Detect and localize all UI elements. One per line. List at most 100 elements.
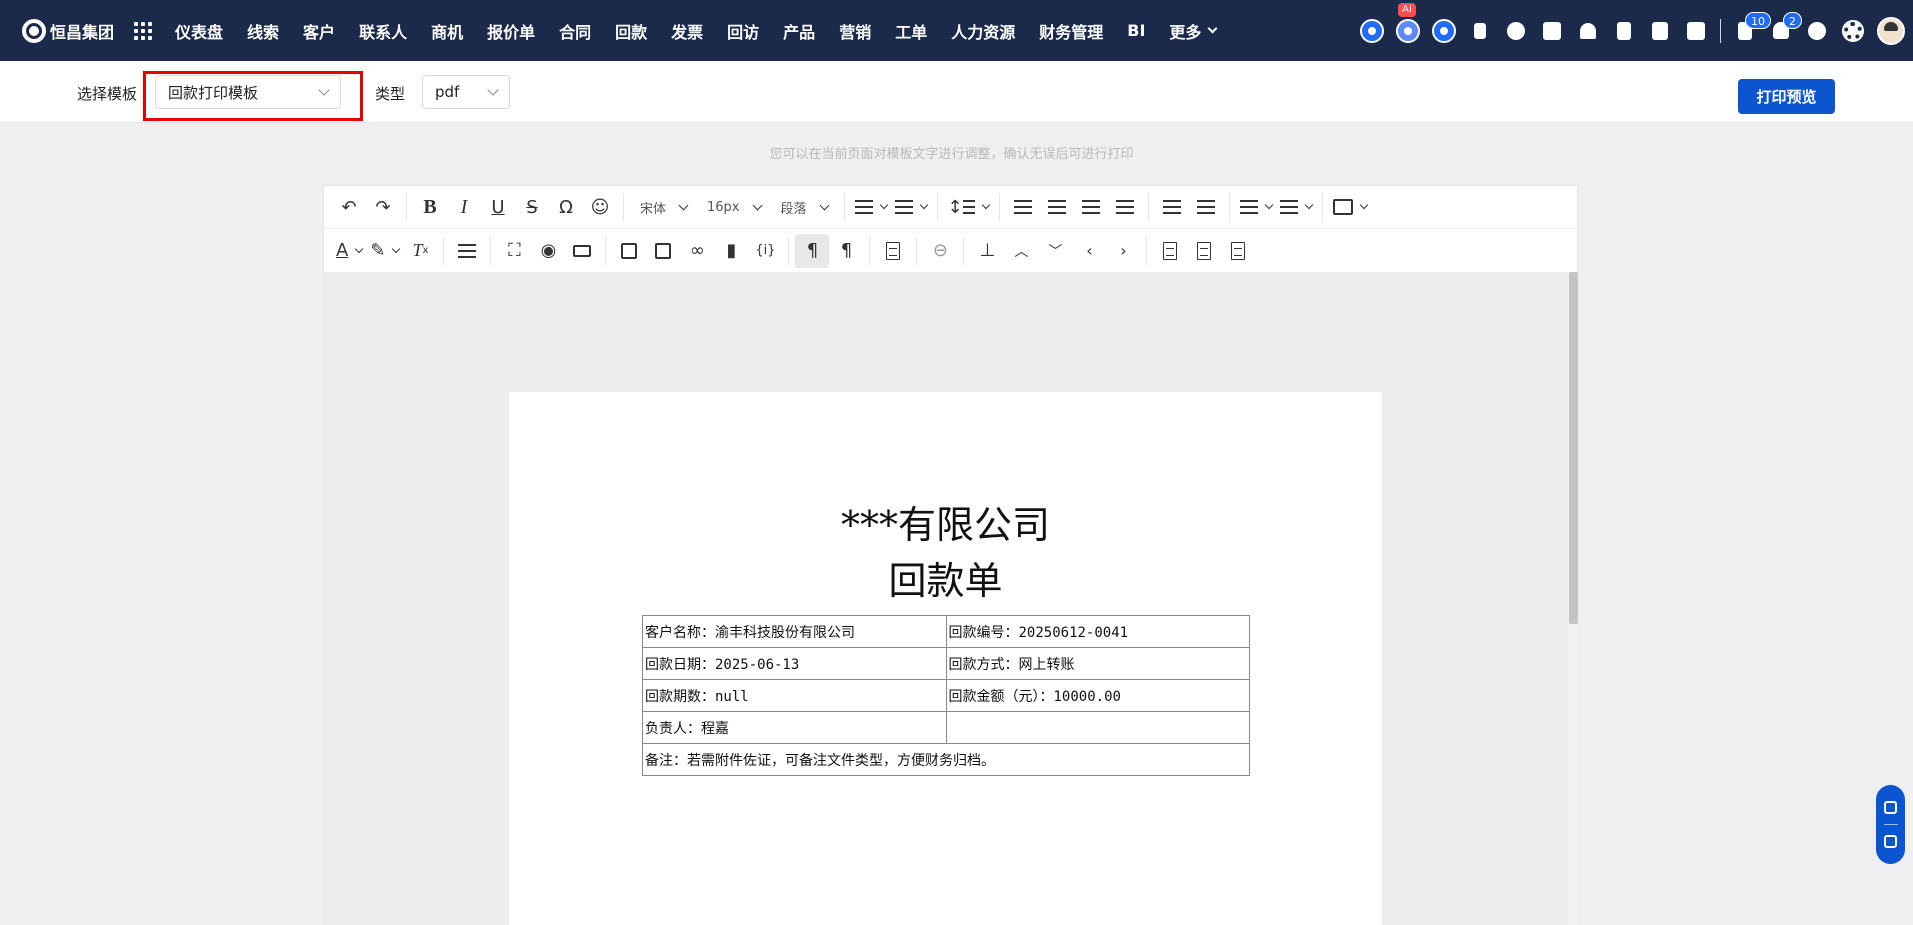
indent-icon[interactable] <box>1189 190 1223 224</box>
paragraph-spacing-icon[interactable] <box>851 190 891 224</box>
table-cell[interactable]: 回款期数：null <box>642 679 947 712</box>
chat-icon[interactable] <box>1426 0 1462 61</box>
ordered-list-icon[interactable] <box>1236 190 1276 224</box>
nav-item-hr[interactable]: 人力资源 <box>939 19 1027 43</box>
nav-item-payments[interactable]: 回款 <box>603 19 659 43</box>
brand-logo[interactable]: 恒昌集团 <box>22 0 114 61</box>
highlight-icon[interactable]: ✎ <box>366 234 403 268</box>
block-format-select[interactable]: 段落 <box>771 190 838 224</box>
ltr-icon[interactable]: ¶ <box>795 233 830 268</box>
preview-icon[interactable]: ◉ <box>531 234 565 268</box>
chevron-up-icon[interactable]: ︿ <box>1004 234 1038 268</box>
indent-spacing-icon[interactable] <box>891 190 931 224</box>
fullscreen-icon[interactable]: ⛶ <box>497 234 531 268</box>
nav-item-followups[interactable]: 回访 <box>715 19 771 43</box>
nav-item-tickets[interactable]: 工单 <box>883 19 939 43</box>
justify-icon[interactable] <box>1108 190 1142 224</box>
text-color-icon[interactable]: A <box>332 234 366 268</box>
add-circle-icon[interactable] <box>1354 0 1390 61</box>
font-family-select[interactable]: 宋体 <box>630 190 697 224</box>
outdent-icon[interactable] <box>1155 190 1189 224</box>
table-cell[interactable]: 负责人：程嘉 <box>642 711 947 744</box>
nav-item-contacts[interactable]: 联系人 <box>347 19 419 43</box>
avatar[interactable] <box>1877 16 1905 45</box>
strike-box-icon[interactable]: ⊖ <box>923 234 957 268</box>
task-icon[interactable]: 10 <box>1727 0 1771 61</box>
nav-item-customers[interactable]: 客户 <box>291 19 347 43</box>
page-break-icon[interactable] <box>450 234 484 268</box>
underline-icon[interactable]: U <box>481 190 515 224</box>
table-cell[interactable]: 回款编号：20250612-0041 <box>945 615 1250 648</box>
nav-item-marketing[interactable]: 营销 <box>827 19 883 43</box>
table-cell[interactable]: 客户名称：渝丰科技股份有限公司 <box>642 615 947 648</box>
clear-format-icon[interactable]: Tx <box>403 234 437 268</box>
blank-doc-icon[interactable] <box>1153 234 1187 268</box>
print-preview-button[interactable]: 打印预览 <box>1738 79 1835 114</box>
ai-robot-icon[interactable]: AI <box>1390 0 1426 61</box>
table-cell[interactable]: 回款日期：2025-06-13 <box>642 647 947 680</box>
bullet-list-icon[interactable] <box>1276 190 1316 224</box>
floating-tools[interactable] <box>1876 785 1905 864</box>
line-height-icon[interactable]: ↕ <box>944 190 993 224</box>
note-cell[interactable]: 备注：若需附件佐证，可备注文件类型，方便财务归档。 <box>642 743 1250 776</box>
scan-icon[interactable] <box>1884 801 1897 814</box>
print-icon[interactable] <box>565 234 599 268</box>
pin-icon[interactable] <box>1462 0 1498 61</box>
special-char-icon[interactable]: Ω <box>549 190 583 224</box>
document-icon[interactable] <box>1606 0 1642 61</box>
nav-item-bi[interactable]: BI <box>1115 21 1157 40</box>
nav-item-finance[interactable]: 财务管理 <box>1027 19 1115 43</box>
chevron-right-icon[interactable]: › <box>1106 234 1140 268</box>
gear-icon[interactable] <box>1835 0 1871 61</box>
link-icon[interactable]: ∞ <box>680 234 714 268</box>
stamp-icon[interactable]: ⊥ <box>970 234 1004 268</box>
chevron-down-icon <box>487 84 499 96</box>
media-icon[interactable] <box>646 234 680 268</box>
calendar-check-icon[interactable] <box>1534 0 1570 61</box>
help-icon[interactable] <box>1799 0 1835 61</box>
strikethrough-icon[interactable]: S <box>515 190 549 224</box>
nav-item-opportunities[interactable]: 商机 <box>419 19 475 43</box>
nav-item-quotes[interactable]: 报价单 <box>475 19 547 43</box>
undo-icon[interactable]: ↶ <box>332 190 366 224</box>
template-var-icon[interactable]: {i} <box>748 234 782 268</box>
doc-text-icon[interactable] <box>1221 234 1255 268</box>
table-cell[interactable] <box>945 711 1250 744</box>
app-grid-icon[interactable] <box>134 21 153 40</box>
align-center-icon[interactable] <box>1040 190 1074 224</box>
calendar-icon[interactable] <box>1678 0 1714 61</box>
nav-item-leads[interactable]: 线索 <box>235 19 291 43</box>
nav-item-invoices[interactable]: 发票 <box>659 19 715 43</box>
editor-canvas[interactable]: ***有限公司 回款单 客户名称：渝丰科技股份有限公司 回款编号：2025061… <box>324 272 1567 925</box>
paste-text-icon[interactable] <box>876 234 910 268</box>
nav-more-menu[interactable]: 更多 <box>1157 19 1228 43</box>
image-icon[interactable] <box>612 234 646 268</box>
rtl-icon[interactable]: ¶ <box>829 234 863 268</box>
italic-icon[interactable]: I <box>447 190 481 224</box>
document-page[interactable]: ***有限公司 回款单 客户名称：渝丰科技股份有限公司 回款编号：2025061… <box>509 392 1382 925</box>
align-right-icon[interactable] <box>1074 190 1108 224</box>
type-select[interactable]: pdf <box>422 75 510 109</box>
user-stamp-icon[interactable] <box>1570 0 1606 61</box>
nav-item-products[interactable]: 产品 <box>771 19 827 43</box>
document-subtitle: 回款单 <box>888 559 1003 603</box>
globe-icon[interactable] <box>1498 0 1534 61</box>
chevron-down-icon[interactable]: ﹀ <box>1038 234 1072 268</box>
table-cell[interactable]: 回款金额（元）：10000.00 <box>945 679 1250 712</box>
bookmark-icon[interactable]: ▮ <box>714 234 748 268</box>
bell-icon[interactable]: 2 <box>1763 0 1802 61</box>
font-size-select[interactable]: 16px <box>697 190 771 224</box>
phone-icon[interactable] <box>1642 0 1678 61</box>
align-left-icon[interactable] <box>1006 190 1040 224</box>
chevron-left-icon[interactable]: ‹ <box>1072 234 1106 268</box>
scrollbar-thumb[interactable] <box>1569 272 1578 624</box>
emoji-icon[interactable]: ☺ <box>583 190 617 224</box>
edit-note-icon[interactable] <box>1884 835 1897 848</box>
table-cell[interactable]: 回款方式：网上转账 <box>945 647 1250 680</box>
nav-item-dashboard[interactable]: 仪表盘 <box>163 19 235 43</box>
redo-icon[interactable]: ↷ <box>366 190 400 224</box>
nav-item-contracts[interactable]: 合同 <box>547 19 603 43</box>
table-icon[interactable] <box>1329 190 1371 224</box>
doc-lines-icon[interactable] <box>1187 234 1221 268</box>
bold-icon[interactable]: B <box>413 190 447 224</box>
